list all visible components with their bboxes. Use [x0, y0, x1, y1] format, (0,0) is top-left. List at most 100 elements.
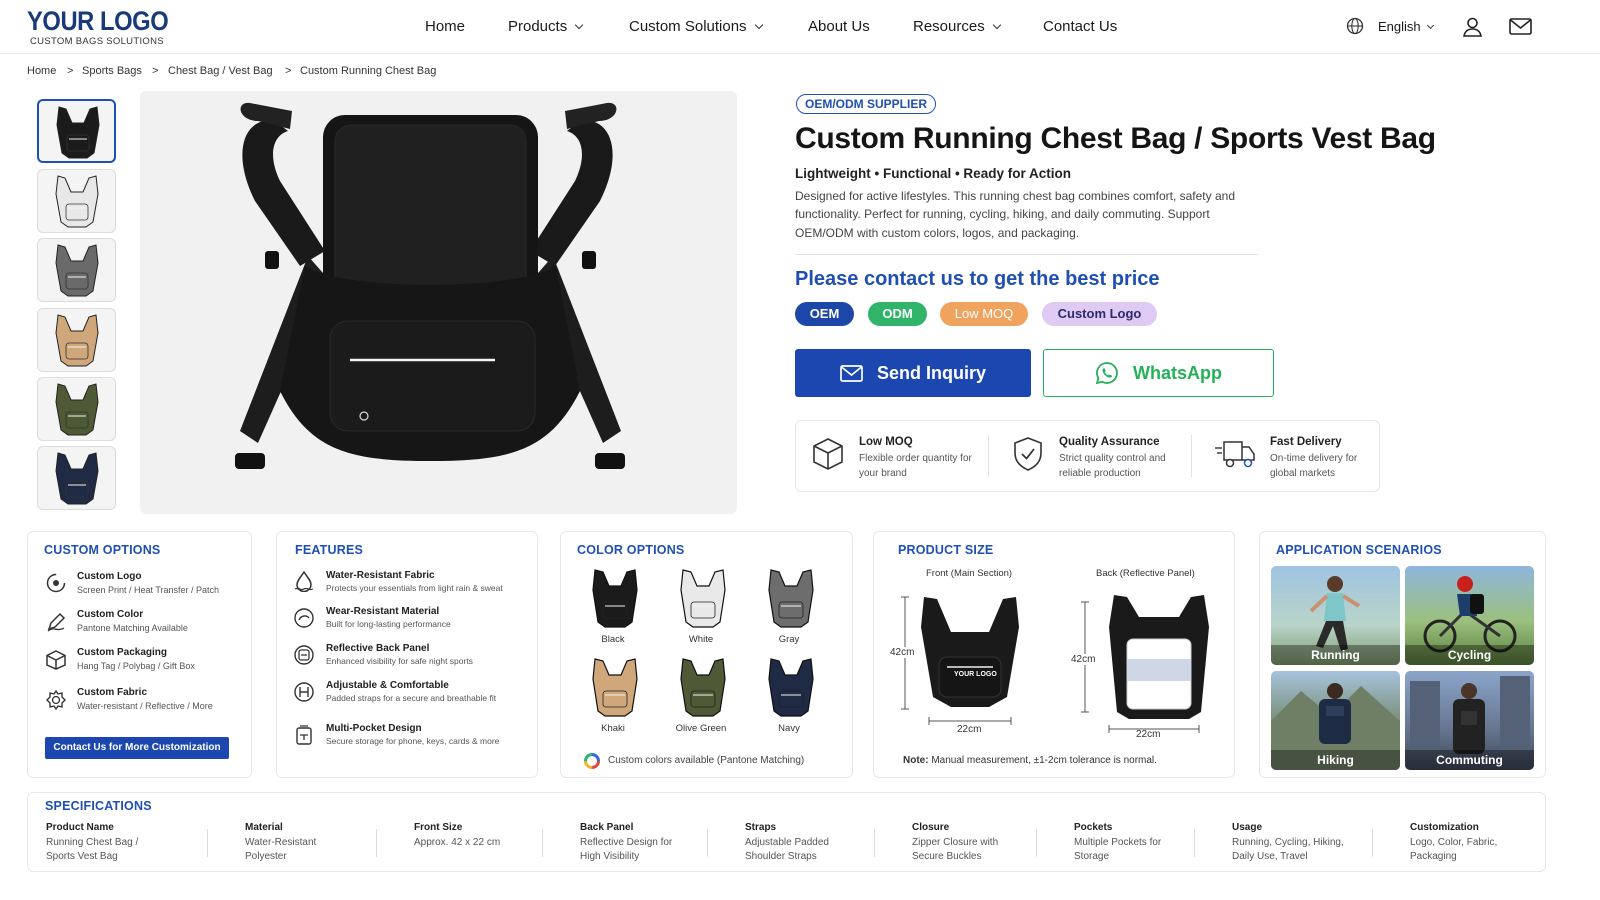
fabric-icon — [46, 689, 66, 711]
spec-label: Closure — [912, 822, 950, 833]
card-title: APPLICATION SCENARIOS — [1276, 543, 1442, 557]
option-title: Custom Fabric — [77, 687, 148, 698]
chest-bag-illustration — [235, 102, 625, 469]
highlight-title: Fast Delivery — [1270, 436, 1342, 448]
nav-custom-solutions-label: Custom Solutions — [629, 18, 747, 35]
scenario-label: Cycling — [1405, 645, 1534, 665]
whatsapp-button[interactable]: WhatsApp — [1043, 349, 1274, 397]
nav-custom-solutions[interactable]: Custom Solutions — [629, 18, 763, 35]
spec-label: Back Panel — [580, 822, 634, 833]
spec-label: Pockets — [1074, 822, 1113, 833]
divider — [795, 254, 1258, 255]
breadcrumb-home[interactable]: Home — [27, 65, 56, 77]
scenario-label: Hiking — [1271, 750, 1400, 770]
swatch-label: Navy — [778, 723, 800, 734]
size-note: Note: Manual measurement, ±1-2cm toleran… — [903, 755, 1157, 766]
spec-divider — [1372, 829, 1373, 857]
nav-home[interactable]: Home — [425, 18, 465, 35]
scenario-cycling[interactable]: Cycling — [1405, 566, 1534, 665]
option-desc: Screen Print / Heat Transfer / Patch — [77, 585, 220, 595]
main-product-image[interactable] — [140, 91, 737, 514]
color-swatch-gray[interactable] — [749, 566, 829, 632]
pen-icon — [47, 612, 66, 632]
card-title: FEATURES — [295, 543, 364, 557]
box-icon — [813, 438, 843, 470]
option-title: Custom Color — [77, 609, 144, 620]
breadcrumb-sports-bags[interactable]: Sports Bags — [82, 65, 142, 77]
pocket-icon — [296, 725, 312, 745]
color-swatch-navy[interactable] — [749, 655, 829, 721]
product-tagline: Lightweight • Functional • Ready for Act… — [795, 166, 1071, 181]
spec-value: Approx. 42 x 22 cm — [414, 837, 501, 848]
spec-value: Running Chest Bag / Sports Vest Bag — [46, 837, 139, 862]
supplier-badge: OEM/ODM SUPPLIER — [796, 94, 937, 114]
option-desc: Pantone Matching Available — [77, 623, 188, 633]
swatch-label: Black — [601, 634, 625, 645]
whatsapp-icon — [1095, 362, 1118, 385]
breadcrumb-separator: > — [67, 65, 74, 77]
nav-about-us[interactable]: About Us — [808, 18, 870, 35]
spec-label: Customization — [1410, 822, 1479, 833]
color-swatch-khaki[interactable] — [573, 655, 653, 721]
mail-icon[interactable] — [1509, 18, 1532, 35]
tag-odm: ODM — [868, 302, 927, 326]
divider — [1191, 435, 1192, 477]
highlight-desc: Flexible order quantity for your brand — [859, 453, 972, 479]
divider — [988, 435, 989, 477]
language-selector[interactable]: English — [1378, 19, 1434, 34]
highlights-box: Low MOQ Flexible order quantity for your… — [795, 420, 1380, 492]
send-inquiry-button[interactable]: Send Inquiry — [795, 349, 1031, 397]
user-icon[interactable] — [1462, 16, 1483, 37]
features-card: FEATURES Water-Resistant Fabric Protects… — [276, 531, 538, 778]
product-thumbnail[interactable] — [37, 169, 116, 233]
custom-colors-note: Custom colors available (Pantone Matchin… — [608, 755, 805, 766]
spec-divider — [1036, 829, 1037, 857]
breadcrumb-chest-bag[interactable]: Chest Bag / Vest Bag — [168, 65, 273, 77]
thumbnail-bag-image — [55, 314, 99, 367]
product-size-card: PRODUCT SIZE Front (Main Section) Back (… — [873, 531, 1235, 778]
thumbnail-bag-image — [55, 383, 99, 436]
shield-check-icon — [1014, 437, 1042, 471]
scenario-hiking[interactable]: Hiking — [1271, 671, 1400, 770]
color-swatch-olive-green[interactable] — [661, 655, 741, 721]
globe-icon[interactable] — [1346, 17, 1364, 35]
spec-label: Material — [245, 822, 283, 833]
spec-divider — [1194, 829, 1195, 857]
language-label: English — [1378, 19, 1421, 34]
logo-tagline: CUSTOM BAGS SOLUTIONS — [30, 36, 164, 47]
spec-divider — [707, 829, 708, 857]
spec-value: Running, Cycling, Hiking, Daily Use, Tra… — [1232, 837, 1344, 862]
site-header: YOUR LOGO CUSTOM BAGS SOLUTIONS Home Pro… — [0, 0, 1600, 54]
package-icon — [46, 650, 66, 670]
feature-desc: Protects your essentials from light rain… — [326, 583, 503, 593]
tag-custom-logo: Custom Logo — [1042, 302, 1157, 326]
feature-title: Multi-Pocket Design — [326, 723, 422, 734]
card-title: PRODUCT SIZE — [898, 543, 994, 557]
spec-value: Zipper Closure with Secure Buckles — [912, 837, 999, 862]
card-title: CUSTOM OPTIONS — [44, 543, 161, 557]
contact-customization-button[interactable]: Contact Us for More Customization — [45, 737, 229, 759]
nav-resources[interactable]: Resources — [913, 18, 1001, 35]
product-thumbnail[interactable] — [37, 308, 116, 372]
scenario-commuting[interactable]: Commuting — [1405, 671, 1534, 770]
nav-contact-us[interactable]: Contact Us — [1043, 18, 1117, 35]
logo[interactable]: YOUR LOGO — [27, 6, 169, 37]
product-description: Designed for active lifestyles. This run… — [795, 189, 1235, 240]
scenario-running[interactable]: Running — [1271, 566, 1400, 665]
thumbnail-bag-image — [55, 175, 99, 228]
thumbnail-bag-image — [55, 244, 99, 297]
strap-icon — [294, 682, 314, 702]
spec-divider — [874, 829, 875, 857]
product-thumbnail[interactable] — [37, 446, 116, 510]
size-diagram — [901, 595, 1209, 733]
product-thumbnail[interactable] — [37, 238, 116, 302]
nav-products-label: Products — [508, 18, 568, 35]
nav-products[interactable]: Products — [508, 18, 584, 35]
feature-desc: Built for long-lasting performance — [326, 619, 451, 629]
truck-icon — [1215, 441, 1255, 468]
color-swatch-black[interactable] — [573, 566, 653, 632]
product-thumbnail[interactable] — [37, 377, 116, 441]
product-thumbnail[interactable] — [37, 99, 116, 163]
swatch-label: Gray — [778, 634, 800, 645]
color-swatch-white[interactable] — [661, 566, 741, 632]
